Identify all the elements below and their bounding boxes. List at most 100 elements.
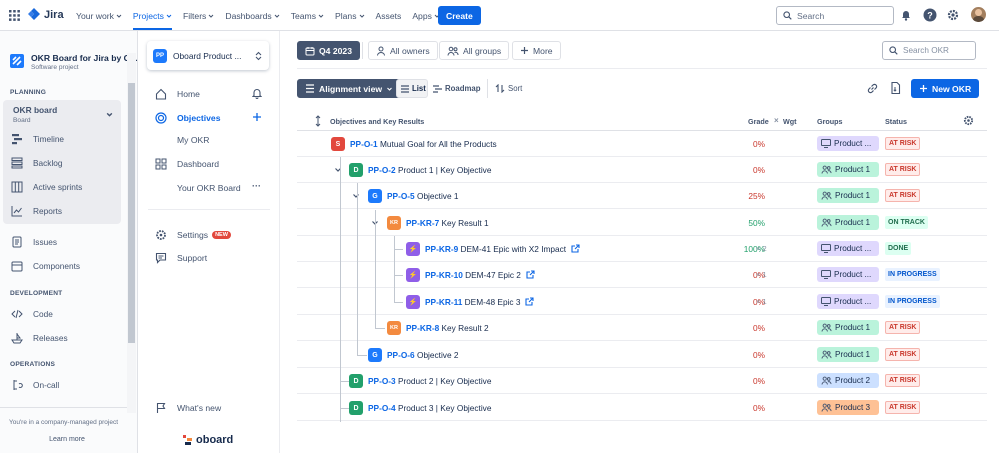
add-objective-plus-icon[interactable]: [252, 112, 262, 122]
okr-key[interactable]: PP-O-5: [387, 191, 415, 201]
period-selector[interactable]: Q4 2023: [297, 41, 360, 60]
okr-key[interactable]: PP-O-6: [387, 350, 415, 360]
status-badge[interactable]: IN PROGRESS: [885, 295, 940, 308]
okr-key[interactable]: PP-O-1: [350, 139, 378, 149]
project-name[interactable]: OKR Board for Jira by O...: [31, 53, 138, 63]
okr-title[interactable]: PP-O-6 Objective 2: [387, 350, 459, 360]
nav-filters[interactable]: Filters: [183, 11, 214, 21]
nav-support[interactable]: Support: [154, 251, 207, 264]
table-row[interactable]: KR PP-KR-8 Key Result 2 0% Product 1 AT RISK: [297, 315, 987, 341]
okr-title[interactable]: PP-KR-7 Key Result 1: [406, 218, 489, 228]
header-status[interactable]: Status: [885, 117, 907, 126]
status-badge[interactable]: AT RISK: [885, 189, 921, 202]
nav-my-okr[interactable]: My OKR: [177, 135, 209, 145]
group-tag[interactable]: Product 1: [817, 347, 879, 362]
okr-key[interactable]: PP-KR-10: [425, 270, 463, 280]
settings-gear-icon[interactable]: [947, 9, 959, 21]
create-button[interactable]: Create: [438, 6, 481, 25]
okr-title[interactable]: PP-KR-8 Key Result 2: [406, 323, 489, 333]
nav-teams[interactable]: Teams: [291, 11, 324, 21]
okr-key[interactable]: PP-KR-9: [425, 244, 458, 254]
chevron-down-icon[interactable]: [106, 111, 113, 118]
okr-key[interactable]: PP-O-3: [368, 376, 396, 386]
weight-value[interactable]: × 2: [756, 244, 767, 253]
sidebar-item-reports[interactable]: Reports: [10, 204, 62, 218]
okr-title[interactable]: PP-KR-11 DEM-48 Epic 3: [425, 297, 520, 307]
group-tag[interactable]: Product ...: [817, 241, 879, 256]
roadmap-view-button[interactable]: Roadmap: [433, 84, 481, 93]
status-badge[interactable]: IN PROGRESS: [885, 268, 940, 281]
group-tag[interactable]: Product 1: [817, 215, 879, 230]
more-options-icon[interactable]: ···: [252, 181, 261, 191]
search-okr-input[interactable]: Search OKR: [882, 41, 976, 60]
user-avatar[interactable]: [971, 7, 986, 22]
status-badge[interactable]: AT RISK: [885, 401, 921, 414]
status-badge[interactable]: AT RISK: [885, 321, 921, 334]
table-row[interactable]: G PP-O-6 Objective 2 0% Product 1 AT RISK: [297, 342, 987, 368]
group-tag[interactable]: Product ...: [817, 294, 879, 309]
nav-home[interactable]: Home: [154, 87, 200, 100]
nav-apps[interactable]: Apps: [412, 11, 440, 21]
okr-title[interactable]: PP-O-1 Mutual Goal for All the Products: [350, 139, 497, 149]
weight-value[interactable]: × 1: [756, 270, 767, 279]
okr-title[interactable]: PP-O-3 Product 2 | Key Objective: [368, 376, 491, 386]
nav-settings[interactable]: Settings NEW: [154, 228, 231, 241]
table-row[interactable]: D PP-O-2 Product 1 | Key Objective 0% Produ…: [297, 157, 987, 183]
list-view-button[interactable]: List: [396, 79, 428, 98]
group-tag[interactable]: Product 1: [817, 320, 879, 335]
nav-assets[interactable]: Assets: [376, 11, 402, 21]
alignment-view-dropdown[interactable]: Alignment view: [297, 79, 402, 98]
sidebar-scrollbar[interactable]: [127, 53, 136, 413]
scrollbar-thumb[interactable]: [128, 83, 135, 343]
status-badge[interactable]: AT RISK: [885, 137, 921, 150]
group-tag[interactable]: Product ...: [817, 267, 879, 282]
learn-more-link[interactable]: Learn more: [0, 436, 134, 443]
group-tag[interactable]: Product 1: [817, 188, 879, 203]
board-selector[interactable]: OKR board: [13, 105, 57, 115]
global-search-input[interactable]: Search: [776, 6, 894, 25]
okr-title[interactable]: PP-O-5 Objective 1: [387, 191, 459, 201]
nav-projects[interactable]: Projects: [132, 11, 172, 30]
collapse-chevron-icon[interactable]: [352, 192, 360, 200]
group-tag[interactable]: Product 1: [817, 162, 879, 177]
status-badge[interactable]: ON TRACK: [885, 216, 928, 229]
jira-logo[interactable]: Jira: [28, 8, 64, 22]
sidebar-item-timeline[interactable]: Timeline: [10, 132, 64, 146]
sidebar-item-active-sprints[interactable]: Active sprints: [10, 180, 82, 194]
okr-title[interactable]: PP-O-4 Product 3 | Key Objective: [368, 403, 491, 413]
weight-value[interactable]: × 1: [756, 297, 767, 306]
table-row[interactable]: D PP-O-3 Product 2 | Key Objective 0% Produ…: [297, 368, 987, 394]
all-groups-filter[interactable]: All groups: [439, 41, 510, 60]
sidebar-item-releases[interactable]: Releases: [10, 331, 68, 345]
bell-icon[interactable]: [252, 88, 262, 99]
group-tag[interactable]: Product 3: [817, 400, 879, 415]
group-tag[interactable]: Product 2: [817, 373, 879, 388]
more-filters-button[interactable]: More: [512, 41, 561, 60]
okr-title[interactable]: PP-O-2 Product 1 | Key Objective: [368, 165, 491, 175]
table-row[interactable]: S PP-O-1 Mutual Goal for All the Products…: [297, 131, 987, 157]
okr-title[interactable]: PP-KR-10 DEM-47 Epic 2: [425, 270, 521, 280]
sidebar-item-components[interactable]: Components: [10, 259, 80, 273]
nav-dashboard[interactable]: Dashboard: [154, 157, 219, 170]
table-row[interactable]: G PP-O-5 Objective 1 25% Product 1 AT RISK: [297, 183, 987, 209]
external-link-icon[interactable]: [526, 270, 535, 279]
status-badge[interactable]: AT RISK: [885, 374, 921, 387]
nav-plans[interactable]: Plans: [335, 11, 365, 21]
table-settings-gear-icon[interactable]: [963, 115, 974, 126]
all-owners-filter[interactable]: All owners: [368, 41, 438, 60]
link-icon[interactable]: [866, 82, 879, 95]
external-link-icon[interactable]: [571, 244, 580, 253]
nav-whats-new[interactable]: What's new: [154, 401, 221, 414]
okr-key[interactable]: PP-O-2: [368, 165, 396, 175]
okr-key[interactable]: PP-KR-7: [406, 218, 439, 228]
status-badge[interactable]: AT RISK: [885, 348, 921, 361]
external-link-icon[interactable]: [525, 297, 535, 306]
status-badge[interactable]: AT RISK: [885, 163, 921, 176]
notifications-icon[interactable]: [900, 9, 912, 21]
sidebar-item-on-call[interactable]: On-call: [10, 378, 59, 392]
header-objectives[interactable]: Objectives and Key Results: [330, 117, 424, 126]
nav-your-okr-board[interactable]: Your OKR Board: [177, 183, 241, 193]
status-badge[interactable]: DONE: [885, 242, 912, 255]
sort-button[interactable]: Sort: [495, 84, 522, 93]
group-tag[interactable]: Product ...: [817, 136, 879, 151]
